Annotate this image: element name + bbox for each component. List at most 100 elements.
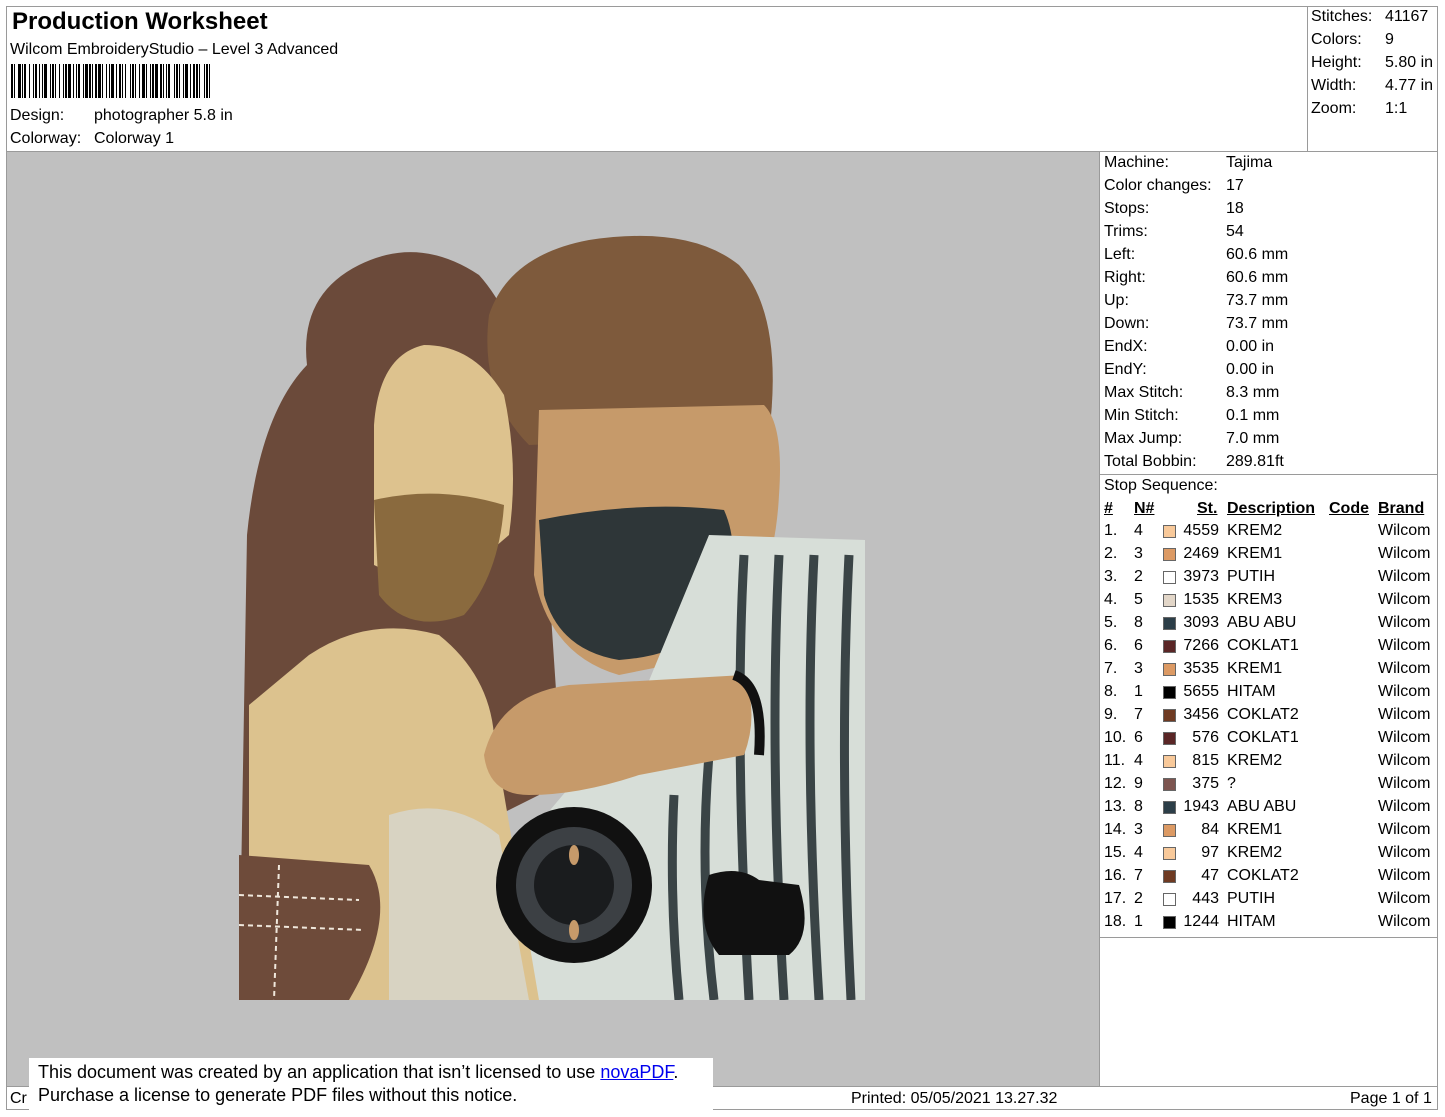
camera-mark: [569, 845, 579, 865]
color-swatch: [1163, 548, 1176, 561]
row-description: ABU ABU: [1227, 798, 1297, 815]
color-swatch: [1163, 663, 1176, 676]
machine-info-value: 60.6 mm: [1226, 246, 1289, 263]
table-row: 1. 4 4559 KREM2 Wilcom: [1104, 522, 1438, 545]
camera-mark: [569, 920, 579, 940]
row-needle: 7: [1134, 706, 1143, 723]
table-row: 8. 1 5655 HITAM Wilcom: [1104, 683, 1438, 706]
row-number: 10.: [1104, 729, 1127, 746]
machine-info-value: 0.00 in: [1226, 338, 1275, 355]
row-brand: Wilcom: [1378, 890, 1431, 907]
stat-label: Width:: [1311, 77, 1357, 94]
notice-text-2: Purchase a license to generate PDF files…: [38, 1085, 518, 1105]
row-needle: 1: [1134, 683, 1143, 700]
row-needle: 4: [1134, 844, 1143, 861]
machine-info-label: EndY:: [1104, 361, 1147, 378]
row-description: ?: [1227, 775, 1236, 792]
row-stitches: 2469: [1183, 545, 1219, 562]
notice-text: This document was created by an applicat…: [38, 1062, 601, 1082]
col-description: Description: [1227, 500, 1316, 517]
design-preview: [7, 152, 1100, 1086]
row-number: 14.: [1104, 821, 1127, 838]
row-stitches: 443: [1192, 890, 1219, 907]
machine-info-value: 8.3 mm: [1226, 384, 1280, 401]
machine-info-label: Machine:: [1104, 154, 1169, 171]
printed-timestamp: Printed: 05/05/2021 13.27.32: [851, 1090, 1058, 1107]
machine-info-value: 7.0 mm: [1226, 430, 1280, 447]
row-number: 17.: [1104, 890, 1127, 907]
row-brand: Wilcom: [1378, 614, 1431, 631]
table-row: 17. 2 443 PUTIH Wilcom: [1104, 890, 1438, 913]
row-number: 1.: [1104, 522, 1118, 539]
colorway-value: Colorway 1: [94, 130, 175, 147]
color-swatch: [1163, 594, 1176, 607]
machine-info-value: 18: [1226, 200, 1244, 217]
col-stitches: St.: [1197, 500, 1218, 517]
stat-label: Colors:: [1311, 31, 1362, 48]
stat-value: 5.80 in: [1385, 54, 1434, 71]
machine-info-label: Total Bobbin:: [1104, 453, 1197, 470]
color-swatch: [1163, 571, 1176, 584]
row-description: HITAM: [1227, 683, 1276, 700]
row-stitches: 1943: [1183, 798, 1219, 815]
row-number: 6.: [1104, 637, 1118, 654]
barcode: [11, 64, 392, 98]
novapdf-link[interactable]: novaPDF: [600, 1062, 673, 1082]
row-description: KREM3: [1227, 591, 1283, 608]
row-number: 5.: [1104, 614, 1118, 631]
row-brand: Wilcom: [1378, 568, 1431, 585]
colorway-field: Colorway: Colorway 1: [10, 130, 174, 148]
row-description: COKLAT1: [1227, 637, 1299, 654]
machine-info-value: 60.6 mm: [1226, 269, 1289, 286]
row-stitches: 815: [1192, 752, 1219, 769]
color-swatch: [1163, 778, 1176, 791]
row-number: 16.: [1104, 867, 1127, 884]
design-value: photographer 5.8 in: [94, 107, 233, 124]
page-number: Page 1 of 1: [1350, 1090, 1432, 1107]
row-needle: 3: [1134, 660, 1143, 677]
machine-info-value: 0.00 in: [1226, 361, 1275, 378]
machine-info-label: Trims:: [1104, 223, 1148, 240]
row-brand: Wilcom: [1378, 798, 1431, 815]
machine-info-value: 289.81ft: [1226, 453, 1284, 470]
row-stitches: 4559: [1183, 522, 1219, 539]
row-description: KREM2: [1227, 752, 1283, 769]
table-row: 15. 4 97 KREM2 Wilcom: [1104, 844, 1438, 867]
stop-sequence-title: Stop Sequence:: [1104, 477, 1218, 494]
machine-info-value: 17: [1226, 177, 1244, 194]
table-row: 16. 7 47 COKLAT2 Wilcom: [1104, 867, 1438, 890]
sequence-end-divider: [1100, 937, 1438, 938]
table-row: 18. 1 1244 HITAM Wilcom: [1104, 913, 1438, 936]
machine-info-value: Tajima: [1226, 154, 1273, 171]
row-number: 13.: [1104, 798, 1127, 815]
machine-info-label: EndX:: [1104, 338, 1148, 355]
table-row: 10. 6 576 COKLAT1 Wilcom: [1104, 729, 1438, 752]
row-number: 2.: [1104, 545, 1118, 562]
table-row: 9. 7 3456 COKLAT2 Wilcom: [1104, 706, 1438, 729]
table-row: 6. 6 7266 COKLAT1 Wilcom: [1104, 637, 1438, 660]
row-needle: 1: [1134, 913, 1143, 930]
license-notice: This document was created by an applicat…: [29, 1058, 713, 1110]
row-brand: Wilcom: [1378, 729, 1431, 746]
row-needle: 8: [1134, 798, 1143, 815]
row-brand: Wilcom: [1378, 775, 1431, 792]
row-needle: 2: [1134, 890, 1143, 907]
row-stitches: 84: [1201, 821, 1219, 838]
color-swatch: [1163, 732, 1176, 745]
machine-info-label: Right:: [1104, 269, 1146, 286]
row-number: 3.: [1104, 568, 1118, 585]
row-brand: Wilcom: [1378, 706, 1431, 723]
color-swatch: [1163, 709, 1176, 722]
row-stitches: 3973: [1183, 568, 1219, 585]
row-needle: 9: [1134, 775, 1143, 792]
row-needle: 8: [1134, 614, 1143, 631]
color-swatch: [1163, 916, 1176, 929]
stat-value: 4.77 in: [1385, 77, 1434, 94]
machine-info-label: Up:: [1104, 292, 1129, 309]
table-row: 2. 3 2469 KREM1 Wilcom: [1104, 545, 1438, 568]
row-stitches: 1244: [1183, 913, 1219, 930]
table-row: 7. 3 3535 KREM1 Wilcom: [1104, 660, 1438, 683]
row-stitches: 1535: [1183, 591, 1219, 608]
table-row: 5. 8 3093 ABU ABU Wilcom: [1104, 614, 1438, 637]
machine-info-value: 73.7 mm: [1226, 315, 1289, 332]
